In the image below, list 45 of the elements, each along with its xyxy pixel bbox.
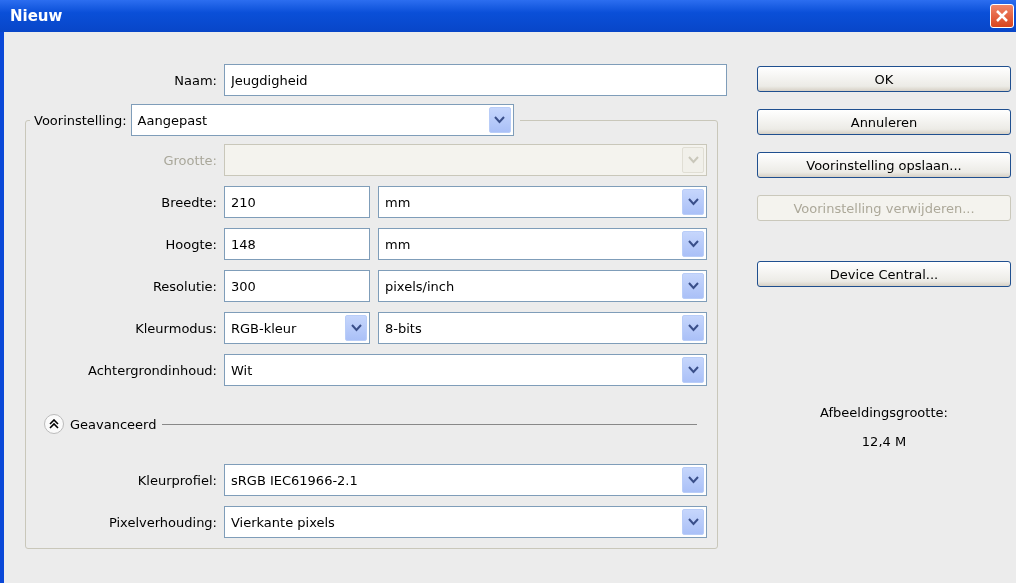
field-label: Achtergrondinhoud: <box>87 362 217 378</box>
chevron-down-icon <box>682 357 704 383</box>
field-label: Naam: <box>173 72 217 88</box>
field-label: Voorinstelling: <box>34 112 127 128</box>
dropdown[interactable]: sRGB IEC61966-2.1 <box>224 464 707 496</box>
input-field[interactable]: 148 <box>224 228 370 260</box>
dropdown[interactable]: mm <box>378 186 707 218</box>
chevron-down-icon <box>682 509 704 535</box>
input-field[interactable]: Jeugdigheid <box>224 64 727 96</box>
dialog-button[interactable]: OK <box>757 66 1011 92</box>
chevron-down-icon <box>682 231 704 257</box>
image-size-label: Afbeeldingsgrootte: <box>820 405 948 420</box>
chevron-down-icon <box>682 467 704 493</box>
dropdown[interactable]: 8-bits <box>378 312 707 344</box>
double-chevron-up-icon <box>49 419 59 429</box>
image-size-value: 12,4 M <box>861 434 907 449</box>
dialog-button[interactable]: Voorinstelling opslaan... <box>757 152 1011 178</box>
chevron-down-icon <box>682 273 704 299</box>
field-label: Kleurmodus: <box>134 320 217 336</box>
dropdown[interactable]: Wit <box>224 354 707 386</box>
dropdown[interactable]: pixels/inch <box>378 270 707 302</box>
input-field[interactable]: 300 <box>224 270 370 302</box>
chevron-down-icon <box>682 189 704 215</box>
input-field[interactable]: 210 <box>224 186 370 218</box>
collapse-toggle[interactable] <box>44 414 64 434</box>
field-label: Hoogte: <box>164 236 217 252</box>
field-label: Kleurprofiel: <box>136 472 217 488</box>
chevron-down-icon <box>345 315 367 341</box>
dropdown[interactable]: RGB-kleur <box>224 312 370 344</box>
section-label: Geavanceerd <box>70 416 157 432</box>
field-label: Pixelverhouding: <box>107 514 217 530</box>
window-title: Nieuw <box>10 7 63 25</box>
dialog-button[interactable]: Annuleren <box>757 109 1011 135</box>
dropdown[interactable]: Vierkante pixels <box>224 506 707 538</box>
chevron-down-icon <box>682 147 704 173</box>
dialog-button[interactable]: Device Central... <box>757 261 1011 287</box>
field-label: Resolutie: <box>151 278 217 294</box>
close-icon <box>995 9 1009 23</box>
dropdown[interactable]: Aangepast <box>130 104 514 136</box>
close-button[interactable] <box>990 4 1014 28</box>
field-label: Grootte: <box>162 152 217 168</box>
chevron-down-icon <box>488 107 511 133</box>
chevron-down-icon <box>682 315 704 341</box>
field-label: Breedte: <box>160 194 217 210</box>
dropdown[interactable]: mm <box>378 228 707 260</box>
